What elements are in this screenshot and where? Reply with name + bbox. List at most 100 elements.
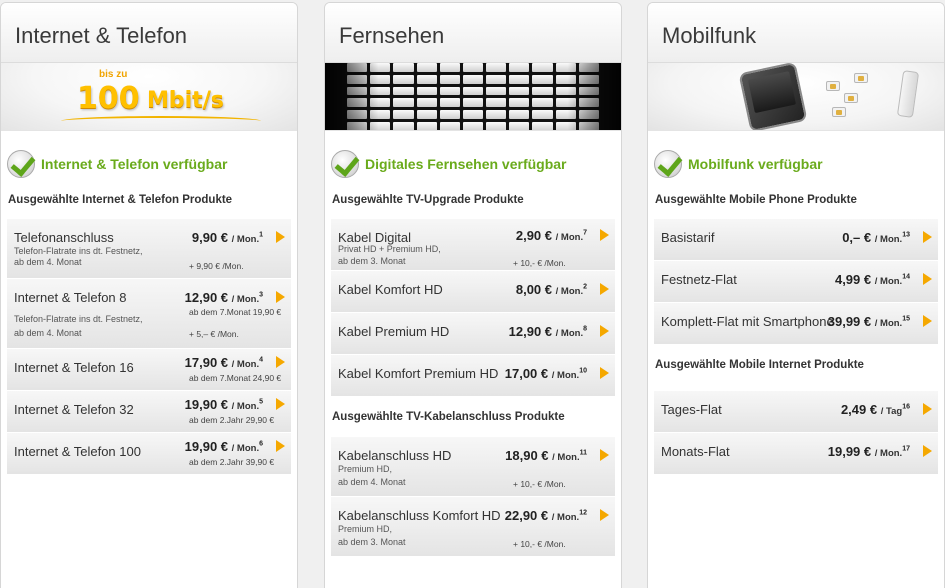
chevron-right-icon[interactable] [600,325,609,337]
product-row[interactable]: Kabelanschluss Komfort HD Premium HD, ab… [331,497,615,557]
usb-stick-image [896,70,920,118]
chevron-right-icon[interactable] [276,231,285,243]
product-name: Monats-Flat [661,444,730,459]
chevron-right-icon[interactable] [600,229,609,241]
product-detail: ab dem 4. Monat [338,477,406,487]
product-detail: Premium HD, [338,524,393,534]
sim-card-icon [826,81,840,91]
product-name: Kabelanschluss Komfort HD [338,508,501,523]
availability-text: Mobilfunk verfügbar [688,156,823,172]
vignette [325,63,621,130]
product-row[interactable]: Internet & Telefon 100 19,90 € / Mon.6 a… [7,433,291,475]
product-list: Basistarif 0,– € / Mon.13 Festnetz-Flat … [648,219,944,345]
price-after-promo: + 9,90 € /Mon. [189,261,244,271]
chevron-right-icon[interactable] [923,445,932,457]
chevron-right-icon[interactable] [276,440,285,452]
availability-status: Internet & Telefon verfügbar [1,131,297,183]
product-row[interactable]: Komplett-Flat mit Smartphone 39,99 € / M… [654,303,938,345]
product-price: 2,90 € / Mon.7 [515,228,587,243]
speed-unit: Mbit/s [147,88,224,113]
product-price: 17,00 € / Mon.10 [504,366,587,381]
column-title: Fernsehen [339,23,445,48]
product-name: Komplett-Flat mit Smartphone [661,314,834,329]
product-row[interactable]: Kabel Premium HD 12,90 € / Mon.8 [331,313,615,355]
chevron-right-icon[interactable] [276,291,285,303]
availability-text: Digitales Fernsehen verfügbar [365,156,567,172]
product-price: 19,90 € / Mon.5 [184,397,263,412]
column-header: Fernsehen [325,3,621,63]
product-price: 18,90 € / Mon.11 [505,448,587,463]
product-row[interactable]: Internet & Telefon 8 Telefon-Flatrate in… [7,279,291,349]
product-price: 9,90 € / Mon.1 [191,230,263,245]
product-name: Kabel Komfort Premium HD [338,366,499,381]
price-after-promo: + 5,– € /Mon. [189,329,239,339]
price-after-promo: + 10,- € /Mon. [513,258,566,268]
product-name: Internet & Telefon 32 [14,402,134,417]
product-detail: Telefon-Flatrate ins dt. Festnetz, [14,246,143,256]
column-title: Internet & Telefon [15,23,188,48]
product-price: 8,00 € / Mon.2 [515,282,587,297]
section-heading: Ausgewählte Internet & Telefon Produkte [8,194,233,206]
chevron-right-icon[interactable] [276,356,285,368]
product-row[interactable]: Tages-Flat 2,49 € / Tag16 [654,391,938,433]
chevron-right-icon[interactable] [600,367,609,379]
internet-telefon-column: Internet & Telefon bis zu 100 Mbit/s Int… [0,2,298,588]
speed-banner: bis zu 100 Mbit/s [1,63,297,131]
product-price: 12,90 € / Mon.8 [508,324,587,339]
product-name: Kabelanschluss HD [338,448,452,463]
product-price: 0,– € / Mon.13 [842,230,910,245]
chevron-right-icon[interactable] [600,509,609,521]
price-after-promo: + 10,- € /Mon. [513,479,566,489]
chevron-right-icon[interactable] [600,283,609,295]
price-after-promo: ab dem 7.Monat 19,90 € [189,307,282,317]
speed-value: 100 [77,81,140,116]
product-row[interactable]: Basistarif 0,– € / Mon.13 [654,219,938,261]
product-price: 12,90 € / Mon.3 [184,290,263,305]
column-title: Mobilfunk [662,23,757,48]
chevron-right-icon[interactable] [600,449,609,461]
column-header: Mobilfunk [648,3,944,63]
product-row[interactable]: Internet & Telefon 16 17,90 € / Mon.4 ab… [7,349,291,391]
fernsehen-column: Fernsehen Digitales Fernsehen verfügbar … [324,2,622,588]
product-row[interactable]: Kabel Digital Privat HD + Premium HD, ab… [331,219,615,271]
price-after-promo: ab dem 7.Monat 24,90 € [189,373,282,383]
checkmark-icon [331,150,359,178]
chevron-right-icon[interactable] [923,315,932,327]
checkmark-icon [7,150,35,178]
checkmark-icon [654,150,682,178]
product-list: Tages-Flat 2,49 € / Tag16 Monats-Flat 19… [648,391,944,475]
product-name: Kabel Komfort HD [338,282,443,297]
product-row[interactable]: Internet & Telefon 32 19,90 € / Mon.5 ab… [7,391,291,433]
product-price: 4,99 € / Mon.14 [834,272,910,287]
product-price: 39,99 € / Mon.15 [827,314,910,329]
section-heading: Ausgewählte Mobile Phone Produkte [655,194,857,206]
price-after-promo: ab dem 2.Jahr 29,90 € [189,415,275,425]
swoosh-decoration [61,116,261,126]
section-heading: Ausgewählte TV-Upgrade Produkte [332,194,524,206]
chevron-right-icon[interactable] [923,403,932,415]
availability-status: Digitales Fernsehen verfügbar [325,131,621,183]
chevron-right-icon[interactable] [276,398,285,410]
product-name: Internet & Telefon 8 [14,290,127,305]
product-price: 19,90 € / Mon.6 [184,439,263,454]
product-detail: ab dem 3. Monat [338,537,406,547]
product-name: Telefonanschluss [14,230,114,245]
product-row[interactable]: Telefonanschluss Telefon-Flatrate ins dt… [7,219,291,279]
product-row[interactable]: Monats-Flat 19,99 € / Mon.17 [654,433,938,475]
product-row[interactable]: Festnetz-Flat 4,99 € / Mon.14 [654,261,938,303]
product-row[interactable]: Kabel Komfort Premium HD 17,00 € / Mon.1… [331,355,615,397]
product-name: Internet & Telefon 16 [14,360,134,375]
product-list: Kabel Digital Privat HD + Premium HD, ab… [325,219,621,397]
chevron-right-icon[interactable] [923,273,932,285]
product-row[interactable]: Kabelanschluss HD Premium HD, ab dem 4. … [331,437,615,497]
mobilfunk-column: Mobilfunk Mobilfunk verfügbar Ausgewählt… [647,2,945,588]
product-price: 2,49 € / Tag16 [840,402,910,417]
product-detail: Telefon-Flatrate ins dt. Festnetz, [14,314,143,324]
smartphone-image [738,63,808,130]
product-row[interactable]: Kabel Komfort HD 8,00 € / Mon.2 [331,271,615,313]
chevron-right-icon[interactable] [923,231,932,243]
product-price: 17,90 € / Mon.4 [184,355,263,370]
price-after-promo: ab dem 2.Jahr 39,90 € [189,457,275,467]
product-price: 22,90 € / Mon.12 [504,508,587,523]
speed-prefix: bis zu [99,69,128,80]
